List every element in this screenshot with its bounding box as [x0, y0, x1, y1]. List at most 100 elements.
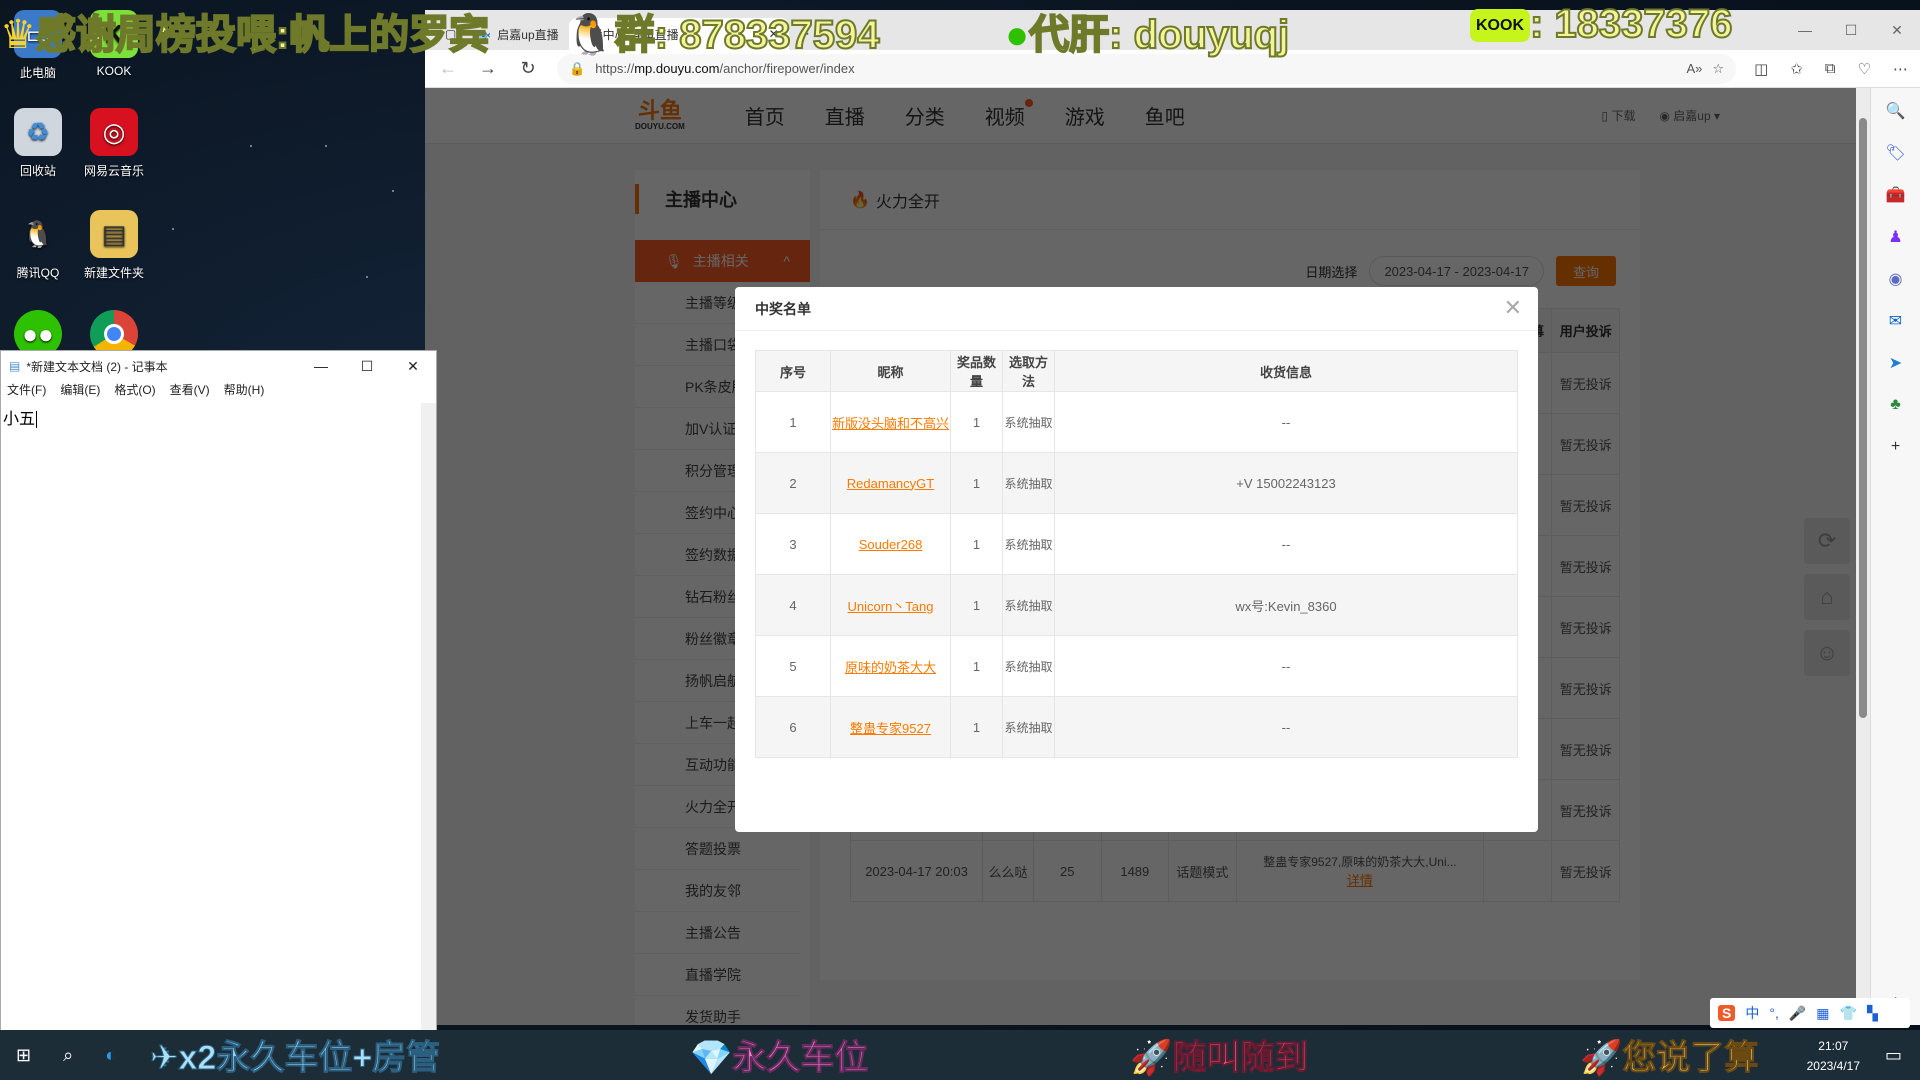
tools-icon[interactable]: 🧰	[1885, 184, 1907, 206]
punctuation-icon[interactable]: °,	[1769, 1005, 1779, 1021]
browser-essentials-icon[interactable]: ♡	[1858, 60, 1871, 78]
ime-mode[interactable]: 中	[1745, 1003, 1759, 1023]
recycle-bin-icon: ♻	[14, 108, 62, 156]
winner-shipping-info-cell: --	[1054, 513, 1518, 575]
notepad-window-controls: — ☐ ✕	[298, 358, 436, 375]
forward-button[interactable]: →	[477, 58, 499, 79]
favorite-add-icon[interactable]: ☆	[1712, 61, 1724, 77]
split-screen-icon[interactable]: ◫	[1754, 60, 1768, 78]
toolbox-icon[interactable]: ▚	[1867, 1005, 1878, 1022]
scroll-thumb[interactable]	[1859, 118, 1867, 718]
winner-shipping-info-cell: --	[1054, 635, 1518, 697]
system-clock[interactable]: 21:07 2023/4/17	[1807, 1036, 1860, 1076]
menu-file[interactable]: 文件(F)	[7, 381, 46, 401]
add-icon[interactable]: +	[1885, 436, 1907, 458]
menu-format[interactable]: 格式(O)	[114, 381, 155, 401]
folder-icon: ▤	[90, 210, 138, 258]
close-icon[interactable]: ✕	[1504, 295, 1522, 321]
winners-modal: 中奖名单 ✕ 序号 昵称 奖品数量 选取方法 收货信息 1 新版没头脑和不高兴 1 系…	[735, 287, 1538, 832]
menu-edit[interactable]: 编辑(E)	[60, 381, 100, 401]
keyboard-icon[interactable]: ▦	[1816, 1005, 1829, 1022]
search-taskbar-icon[interactable]: ⌕	[47, 1045, 89, 1066]
top-banner-group: 🐧群: 878337594	[565, 2, 880, 60]
column-header-nickname: 昵称	[830, 350, 951, 392]
copilot-icon[interactable]: ◉	[1885, 268, 1907, 290]
notepad-text-area[interactable]: 小五	[1, 401, 436, 433]
desktop-icon-new-folder[interactable]: ▤ 新建文件夹	[76, 210, 152, 281]
netease-music-icon: ◎	[90, 108, 138, 156]
shopping-tag-icon[interactable]: 🏷	[1885, 142, 1907, 164]
top-banner-proxy: ●代肝: douyuqj	[1005, 2, 1290, 60]
read-aloud-icon[interactable]: A»	[1687, 61, 1703, 76]
outlook-icon[interactable]: ✉	[1885, 310, 1907, 332]
more-menu-icon[interactable]: ⋯	[1893, 60, 1908, 78]
skin-icon[interactable]: 👕	[1840, 1005, 1857, 1022]
sogou-ime-icon[interactable]: S	[1718, 1005, 1736, 1021]
reload-button[interactable]: ↻	[517, 58, 539, 79]
winner-nickname-cell: Souder268	[830, 513, 951, 575]
collections-icon[interactable]: ⧉	[1825, 60, 1836, 78]
desktop-icon-netease-music[interactable]: ◎ 网易云音乐	[76, 108, 152, 179]
winner-prize-qty-cell: 1	[950, 574, 1003, 636]
winner-nickname-link[interactable]: RedamancyGT	[847, 476, 934, 491]
winner-prize-qty-cell: 1	[950, 452, 1003, 514]
kook-badge-icon: KOOK	[1470, 9, 1530, 43]
microphone-ime-icon[interactable]: 🎤	[1789, 1005, 1806, 1022]
close-window-button[interactable]: ✕	[1874, 10, 1920, 50]
desktop-icon-label: 此电脑	[19, 66, 56, 80]
winner-nickname-cell: RedamancyGT	[830, 452, 951, 514]
edge-taskbar-icon[interactable]: ◐	[89, 1045, 132, 1066]
promo-you-decide: 🚀您说了算	[1579, 1039, 1759, 1078]
send-icon[interactable]: ➤	[1885, 352, 1907, 374]
winner-nickname-cell: 整蛊专家9527	[830, 696, 951, 758]
winner-selection-method-cell: 系统抽取	[1002, 391, 1055, 453]
desktop-icon-label: 网易云音乐	[83, 164, 144, 178]
notification-center-icon[interactable]: ▭	[1885, 1045, 1902, 1066]
promo-text: x2永久车位+房管	[178, 1039, 441, 1078]
winner-nickname-link[interactable]: 新版没头脑和不高兴	[832, 416, 949, 431]
search-icon[interactable]: 🔍	[1885, 100, 1907, 122]
winner-prize-qty-cell: 1	[950, 696, 1003, 758]
window-controls: — ☐ ✕	[1782, 10, 1920, 50]
winner-selection-method-cell: 系统抽取	[1002, 513, 1055, 575]
games-icon[interactable]: ♟	[1885, 226, 1907, 248]
winner-nickname-link[interactable]: 整蛊专家9527	[850, 721, 931, 736]
winner-prize-qty-cell: 1	[950, 635, 1003, 697]
promo-on-call: 🚀随叫随到	[1129, 1039, 1309, 1078]
star	[366, 276, 368, 278]
qq-icon: 🐧	[21, 218, 55, 249]
maximize-button[interactable]: ☐	[1828, 10, 1874, 50]
desktop-icon-recycle-bin[interactable]: ♻ 回收站	[0, 108, 76, 179]
winner-selection-method-cell: 系统抽取	[1002, 696, 1055, 758]
start-button[interactable]: ⊞	[0, 1045, 47, 1066]
banner-proxy-text: 代肝: douyuqj	[1028, 12, 1290, 58]
menu-help[interactable]: 帮助(H)	[224, 381, 265, 401]
winner-nickname-link[interactable]: Souder268	[859, 537, 923, 552]
notepad-content: 小五	[3, 411, 36, 428]
top-banner-thanks: ♛感谢周榜投喂:帆上的罗宾	[0, 2, 490, 60]
ime-toolbar: S 中 °, 🎤 ▦ 👕 ▚	[1710, 998, 1910, 1028]
notepad-scrollbar[interactable]	[421, 403, 436, 1034]
winner-row: 4 Unicorn丶Tang 1 系统抽取 wx号:Kevin_8360	[755, 574, 1518, 636]
notepad-minimize-button[interactable]: —	[298, 358, 344, 375]
winner-selection-method-cell: 系统抽取	[1002, 452, 1055, 514]
tab-label: 启嘉up直播	[497, 27, 559, 42]
tree-icon[interactable]: ♣	[1885, 394, 1907, 416]
favorites-icon[interactable]: ✩	[1790, 60, 1803, 78]
winner-nickname-link[interactable]: 原味的奶茶大大	[845, 660, 936, 675]
menu-view[interactable]: 查看(V)	[170, 381, 210, 401]
winner-index-cell: 4	[755, 574, 831, 636]
notepad-maximize-button[interactable]: ☐	[344, 358, 390, 375]
winner-nickname-cell: 原味的奶茶大大	[830, 635, 951, 697]
page-scrollbar[interactable]	[1856, 88, 1870, 1025]
desktop-icon-qq[interactable]: 🐧 腾讯QQ	[0, 210, 76, 281]
winner-index-cell: 3	[755, 513, 831, 575]
winner-nickname-cell: Unicorn丶Tang	[830, 574, 951, 636]
back-button[interactable]: ←	[437, 58, 459, 79]
column-header-index: 序号	[755, 350, 831, 392]
notepad-title: *新建文本文档 (2) - 记事本	[26, 359, 168, 374]
notepad-close-button[interactable]: ✕	[390, 358, 436, 375]
winner-nickname-link[interactable]: Unicorn丶Tang	[848, 599, 934, 614]
minimize-button[interactable]: —	[1782, 10, 1828, 50]
winner-row: 3 Souder268 1 系统抽取 --	[755, 513, 1518, 575]
